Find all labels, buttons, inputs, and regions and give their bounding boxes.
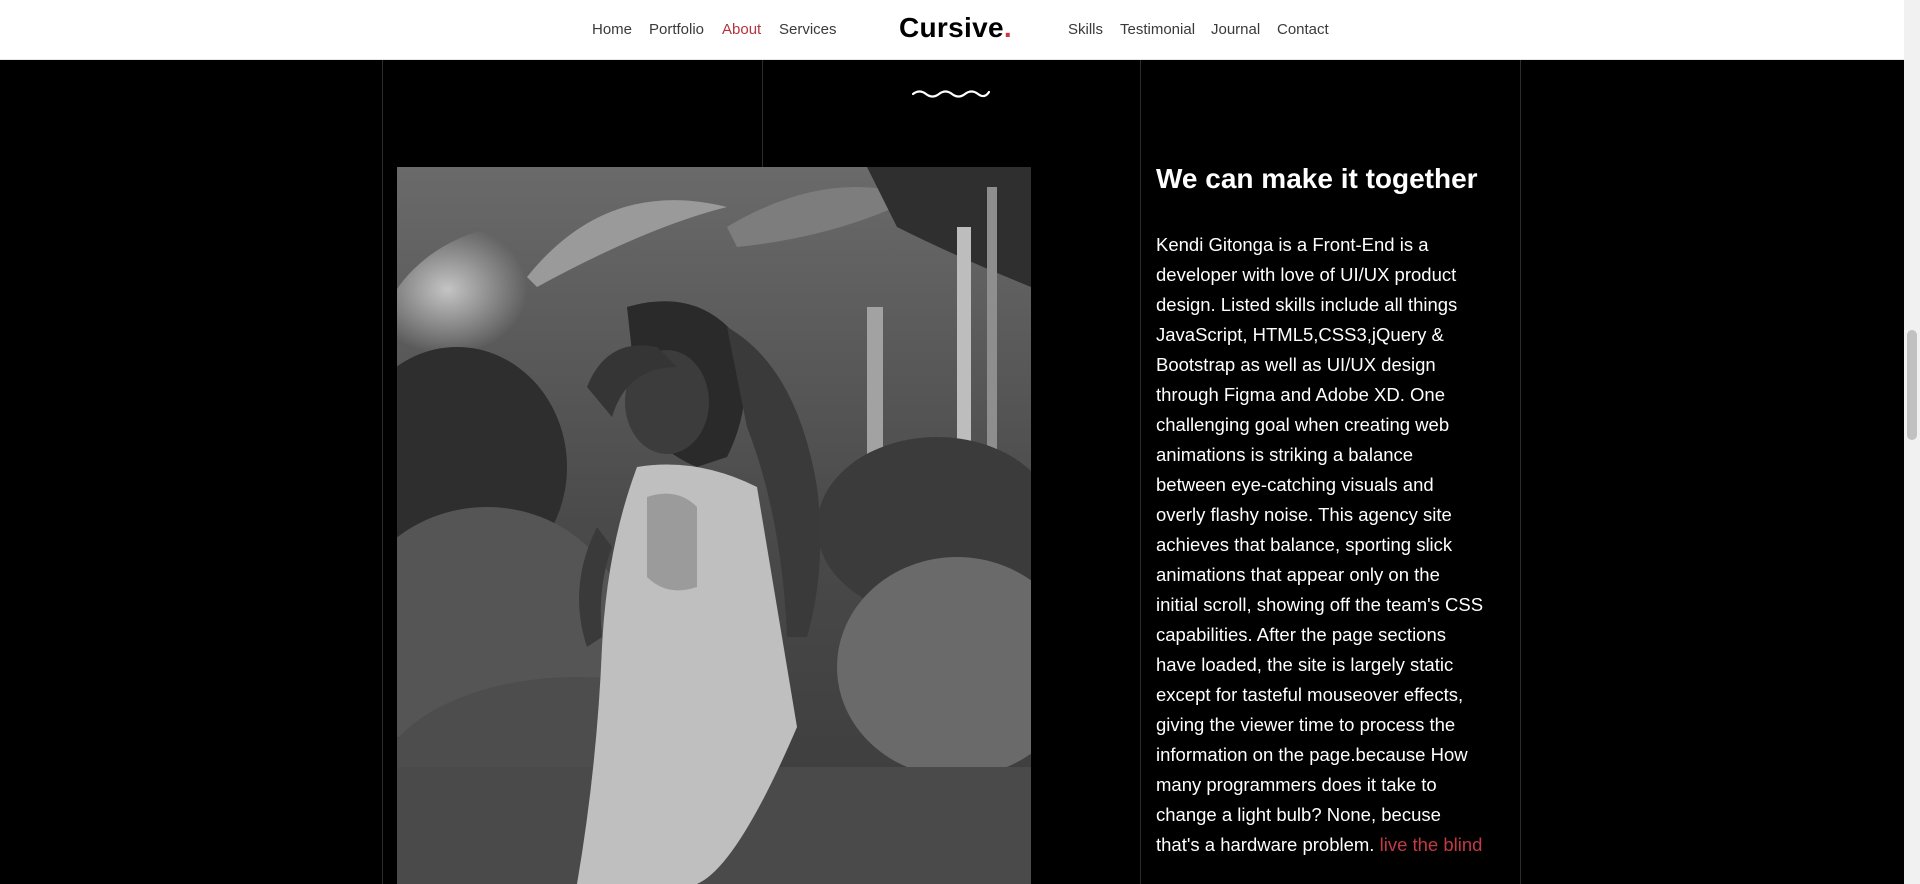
nav-journal-link[interactable]: Journal xyxy=(1211,21,1260,38)
nav-skills-link[interactable]: Skills xyxy=(1068,21,1103,38)
brand-logo[interactable]: Cursive. xyxy=(899,12,1012,44)
column-divider xyxy=(382,59,383,884)
about-paragraph: Kendi Gitonga is a Front-End is a develo… xyxy=(1156,230,1486,860)
scrollbar-thumb[interactable] xyxy=(1907,330,1917,440)
brand-name: Cursive xyxy=(899,12,1004,43)
nav-contact-link[interactable]: Contact xyxy=(1277,21,1329,38)
nav-portfolio-link[interactable]: Portfolio xyxy=(649,21,704,38)
nav-services-link[interactable]: Services xyxy=(779,21,837,38)
portrait-photo xyxy=(397,167,1031,884)
about-paragraph-text: Kendi Gitonga is a Front-End is a develo… xyxy=(1156,234,1484,855)
about-heading: We can make it together xyxy=(1156,163,1478,194)
scrollbar[interactable] xyxy=(1904,0,1920,884)
portrait-illustration xyxy=(397,167,1031,884)
column-divider xyxy=(762,59,763,167)
nav-about-link[interactable]: About xyxy=(722,21,761,38)
nav-testimonial-link[interactable]: Testimonial xyxy=(1120,21,1195,38)
column-divider xyxy=(1520,59,1521,884)
wave-divider-icon xyxy=(912,90,990,98)
inline-link[interactable]: live the blind xyxy=(1380,834,1483,855)
column-divider xyxy=(1140,59,1141,884)
nav-home-link[interactable]: Home xyxy=(592,21,632,38)
brand-dot: . xyxy=(1003,12,1012,43)
top-navbar: Home Portfolio About Services Cursive. S… xyxy=(0,0,1904,60)
